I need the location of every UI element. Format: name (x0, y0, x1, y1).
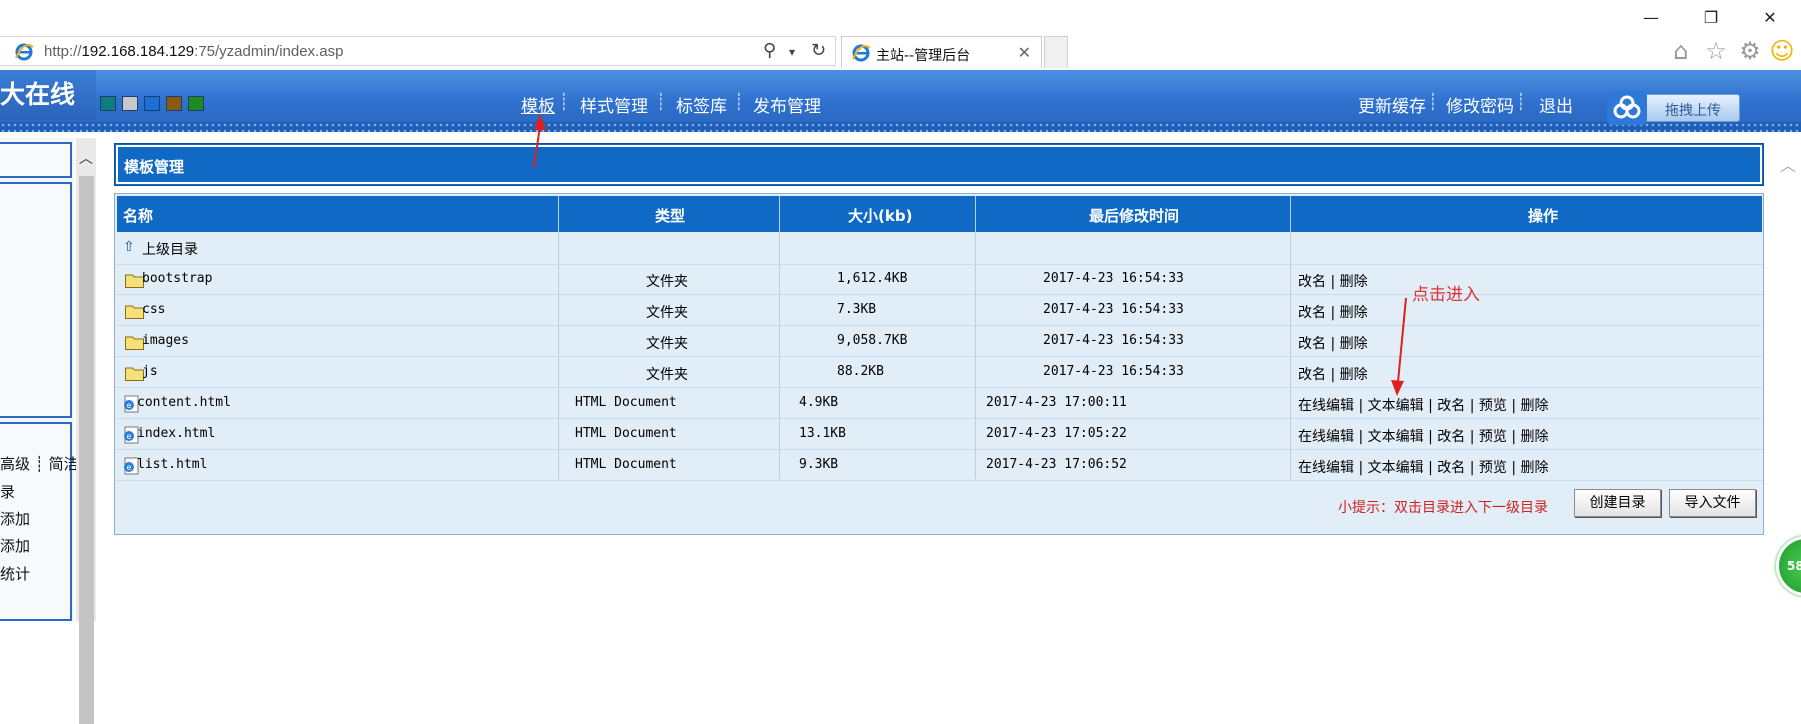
arrow-to-template-nav (533, 114, 546, 169)
annotation-layer (533, 114, 1407, 396)
arrow-to-text-edit (1391, 297, 1407, 396)
annotation-label: 点击进入 (1412, 285, 1480, 305)
